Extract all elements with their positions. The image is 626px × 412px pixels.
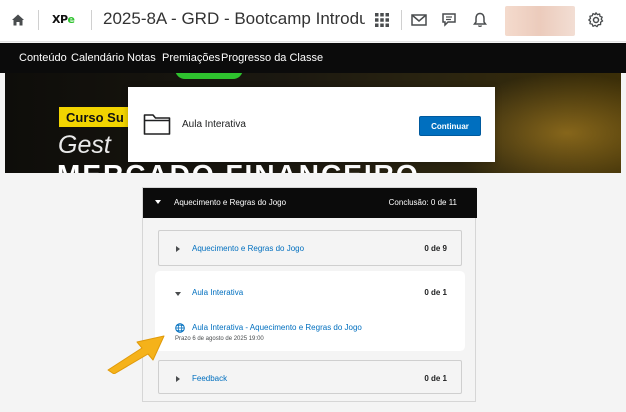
divider — [38, 10, 39, 30]
continue-card-label: Aula Interativa — [182, 119, 246, 130]
activity-link[interactable]: Aula Interativa - Aquecimento e Regras d… — [192, 323, 362, 332]
nav-calendario[interactable]: Calendário — [71, 52, 124, 64]
topic-name[interactable]: Aula Interativa — [192, 288, 243, 297]
chat-icon[interactable] — [440, 11, 458, 29]
divider — [401, 10, 402, 30]
module-progress: Conclusão: 0 de 11 — [388, 198, 457, 207]
activity-due-date: Prazo 6 de agosto de 2025 19:00 — [175, 336, 264, 342]
nav-premiacoes[interactable]: Premiações — [162, 52, 220, 64]
nav-progresso[interactable]: Progresso da Classe — [221, 52, 323, 64]
top-bar: XPe 2025-8A - GRD - Bootcamp Introdução … — [0, 0, 626, 42]
banner-logo-shape — [175, 73, 243, 79]
chevron-down-icon — [175, 292, 181, 296]
continue-card: Aula Interativa Continuar — [128, 87, 495, 162]
mail-icon[interactable] — [410, 11, 428, 29]
gear-icon[interactable] — [587, 11, 605, 29]
divider — [91, 10, 92, 30]
nav-notas[interactable]: Notas — [127, 52, 156, 64]
topic-feedback[interactable]: Feedback 0 de 1 — [158, 360, 462, 394]
topic-name[interactable]: Aquecimento e Regras do Jogo — [192, 244, 304, 253]
module-header[interactable]: Aquecimento e Regras do Jogo Conclusão: … — [143, 188, 477, 218]
xpe-logo[interactable]: XPe — [52, 13, 75, 26]
banner-headline: Gest — [58, 131, 111, 159]
module-panel: Aquecimento e Regras do Jogo Conclusão: … — [142, 187, 477, 402]
topic-count: 0 de 1 — [424, 374, 447, 383]
chevron-right-icon — [176, 376, 180, 382]
module-title: Aquecimento e Regras do Jogo — [174, 198, 287, 207]
topic-aquecimento[interactable]: Aquecimento e Regras do Jogo 0 de 9 — [158, 230, 462, 266]
nav-conteudo[interactable]: Conteúdo — [19, 52, 67, 64]
bell-icon[interactable] — [471, 11, 489, 29]
grid-icon[interactable] — [373, 11, 391, 29]
continue-button[interactable]: Continuar — [419, 116, 481, 136]
course-title[interactable]: 2025-8A - GRD - Bootcamp Introdução ao .… — [103, 9, 365, 29]
course-navbar: Conteúdo Calendário Notas Premiações Pro… — [0, 43, 626, 73]
globe-icon — [175, 323, 185, 333]
topic-count: 0 de 1 — [424, 288, 447, 297]
folder-icon — [143, 114, 171, 135]
home-icon[interactable] — [10, 12, 26, 28]
chevron-down-icon — [155, 200, 161, 204]
topic-name[interactable]: Feedback — [192, 374, 227, 383]
user-profile-block[interactable] — [505, 6, 575, 36]
topic-count: 0 de 9 — [424, 244, 447, 253]
banner-badge: Curso Su — [59, 107, 131, 127]
topic-aula-interativa[interactable]: Aula Interativa 0 de 1 Aula Interativa -… — [158, 274, 462, 348]
pointer-arrow-icon — [107, 335, 165, 374]
chevron-right-icon — [176, 246, 180, 252]
